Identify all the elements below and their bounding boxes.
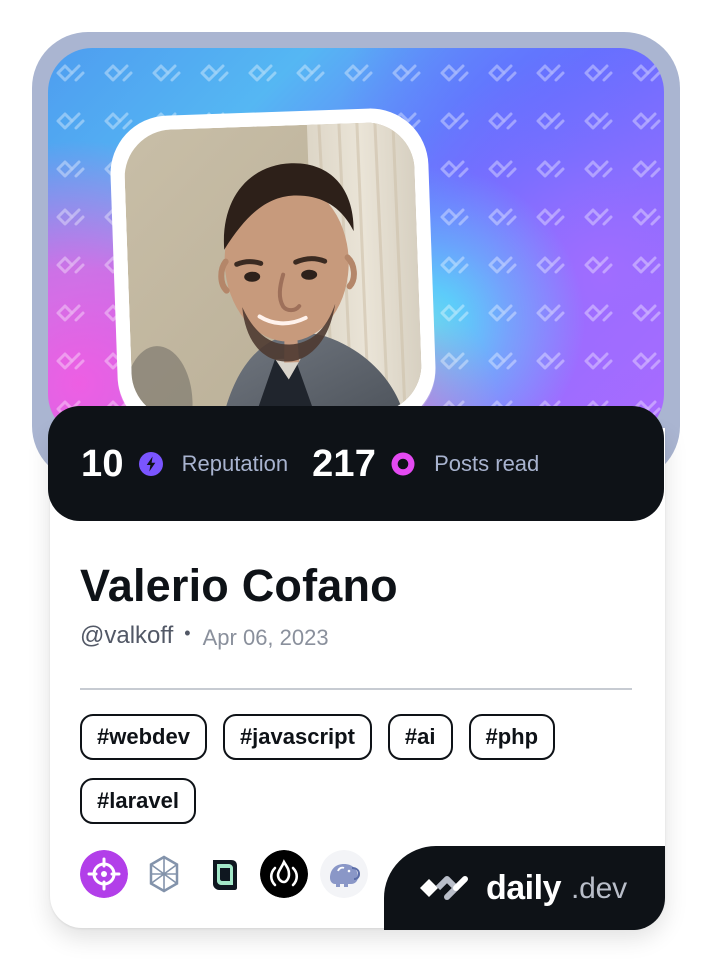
profile-handle: @valkoff: [80, 622, 174, 649]
stack-icons: [80, 850, 368, 898]
fire-icon: [260, 850, 308, 898]
ring-icon: [390, 451, 416, 477]
hexagon-icon: [140, 850, 188, 898]
avatar: [123, 121, 423, 421]
profile-avatar-frame: [108, 106, 438, 436]
elephant-icon: [320, 850, 368, 898]
posts-read-stat: 217 Posts read: [312, 406, 539, 521]
profile-meta: @valkoff • Apr 06, 2023: [80, 620, 632, 652]
tag-php[interactable]: #php: [468, 714, 556, 760]
tag-ai[interactable]: #ai: [387, 714, 453, 760]
profile-date: Apr 06, 2023: [202, 625, 329, 650]
target-icon: [80, 850, 128, 898]
brand-box: daily .dev: [384, 846, 665, 930]
daily-dev-logo-icon: [416, 871, 474, 905]
reputation-stat: 10 Reputation: [81, 406, 288, 521]
stats-panel: 10 Reputation 217 Posts read: [48, 406, 664, 521]
profile-divider: [80, 688, 632, 690]
reputation-value: 10: [81, 442, 124, 485]
dot-icon: •: [184, 623, 191, 643]
developer-profile-card-page: 10 Reputation 217 Posts read Valerio Cof…: [0, 0, 712, 978]
profile-name: Valerio Cofano: [80, 560, 398, 611]
reputation-label: Reputation: [181, 450, 289, 476]
tag-laravel[interactable]: #laravel: [80, 778, 196, 824]
brand-domain: .dev: [570, 872, 627, 905]
tag-list: #webdev #javascript #ai #php #laravel: [80, 714, 640, 824]
tag-javascript[interactable]: #javascript: [222, 714, 372, 760]
profile-photo: [123, 121, 423, 421]
daily-dev-logo: daily .dev: [416, 871, 627, 905]
profile-content: Valerio Cofano @valkoff • Apr 06, 2023: [80, 563, 632, 652]
posts-read-label: Posts read: [434, 450, 540, 476]
cover-background: [48, 48, 664, 438]
lightning-icon: [138, 451, 164, 477]
tag-webdev[interactable]: #webdev: [80, 714, 207, 760]
brand-word: daily: [486, 869, 561, 907]
posts-read-value: 217: [312, 442, 377, 485]
book-icon: [200, 850, 248, 898]
